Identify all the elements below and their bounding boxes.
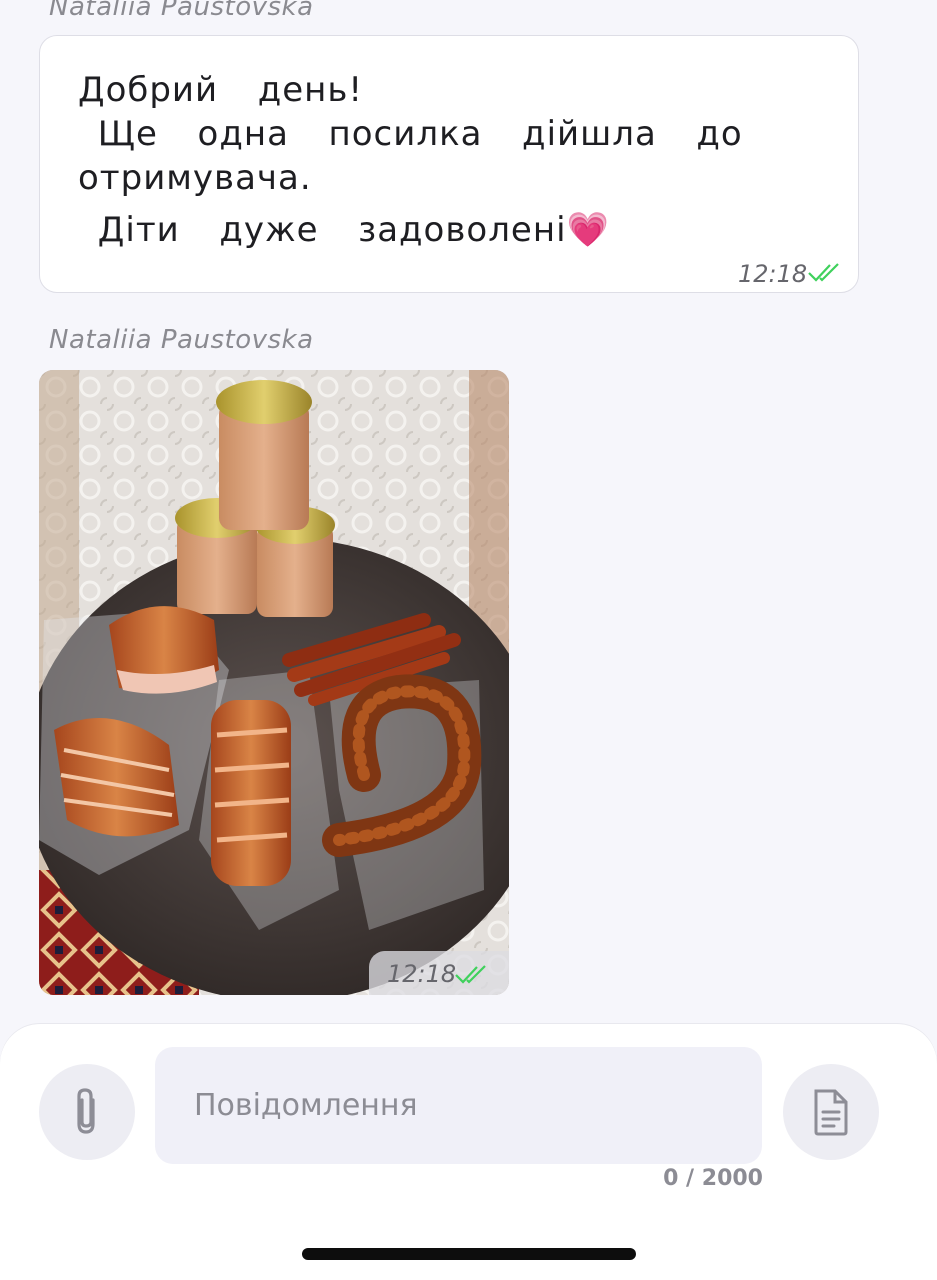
message-sender-name: Nataliia Paustovska	[49, 0, 314, 22]
food-parcel-photo	[39, 370, 509, 995]
attach-button[interactable]	[39, 1064, 135, 1160]
document-icon	[814, 1089, 848, 1136]
message-input[interactable]	[155, 1047, 762, 1164]
message-line-2: Ще одна посилка дійшла до	[78, 114, 743, 154]
double-check-icon	[455, 965, 486, 984]
templates-button[interactable]	[783, 1064, 879, 1160]
message-line-1: Добрий день!	[78, 70, 364, 110]
message-sender-name: Nataliia Paustovska	[49, 325, 314, 355]
home-indicator[interactable]	[302, 1248, 636, 1260]
character-counter: 0 / 2000	[663, 1166, 763, 1191]
paperclip-icon	[77, 1088, 95, 1134]
message-line-3: отримувача.	[78, 158, 312, 198]
text-message-bubble[interactable]: Добрий день! Ще одна посилка дійшла до о…	[39, 35, 859, 293]
photo-message[interactable]: 12:18	[39, 370, 509, 995]
double-check-icon	[808, 263, 839, 282]
photo-time-chip: 12:18	[369, 951, 509, 995]
photo-message-time: 12:18	[387, 960, 457, 988]
message-time: 12:18	[738, 260, 808, 288]
message-line-4: Діти дуже задоволені💗	[78, 210, 610, 250]
bottom-safe-area	[0, 1200, 937, 1280]
